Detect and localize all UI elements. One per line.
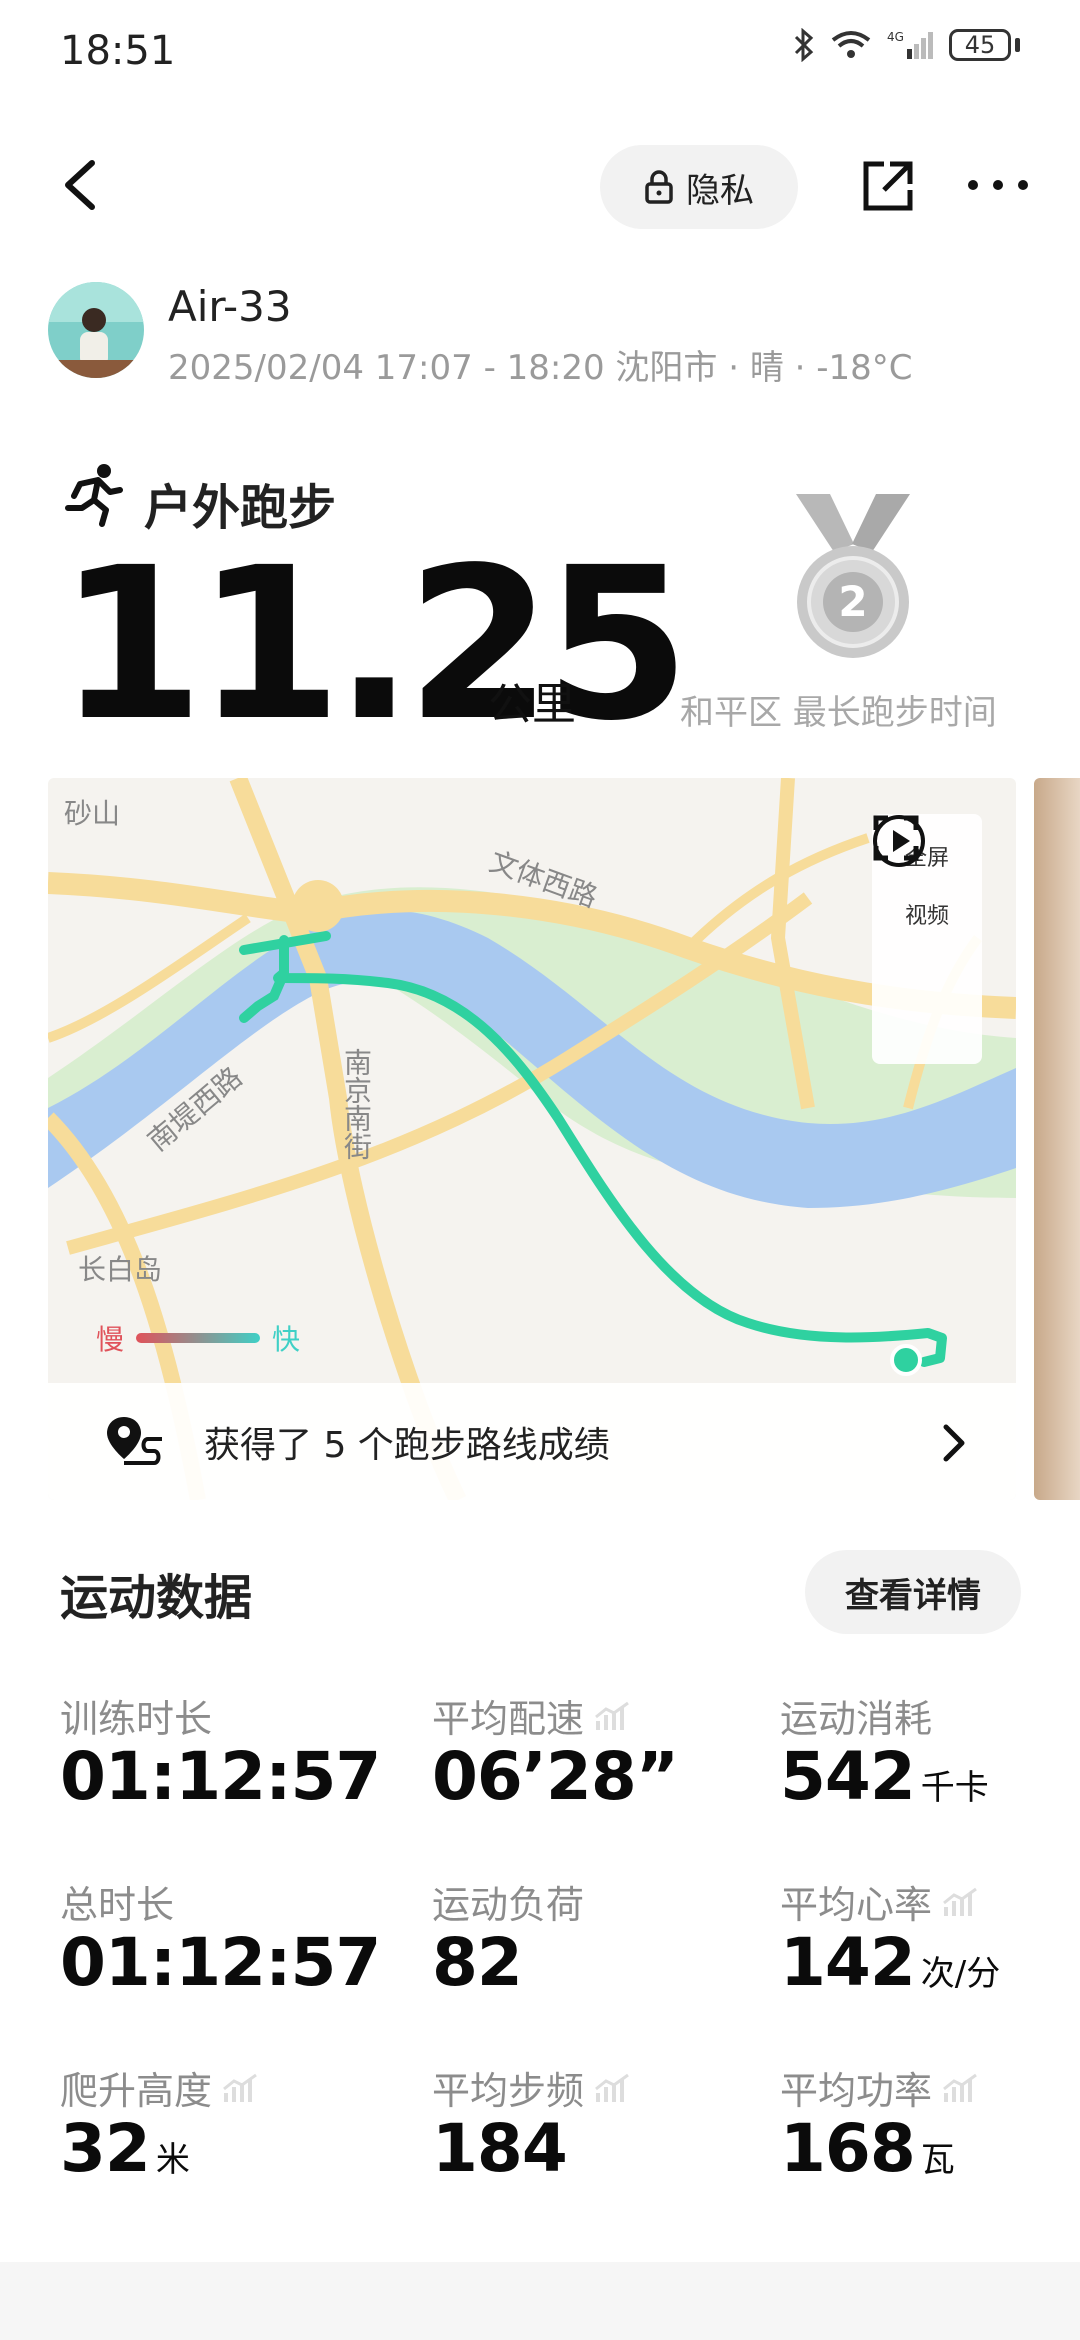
- video-button[interactable]: 视频: [873, 815, 949, 930]
- stat-value-number: 542: [780, 1738, 916, 1815]
- stat-unit: 次/分: [920, 1954, 1001, 1994]
- play-icon: [873, 815, 925, 867]
- map-label-shashan: 砂山: [64, 797, 121, 830]
- stat-value: 01:12:57: [60, 1924, 386, 2001]
- battery-tip: [1015, 38, 1020, 52]
- stat-unit: 瓦: [920, 2140, 955, 2180]
- username: Air-33: [168, 282, 292, 331]
- speed-legend: 慢 快: [96, 1318, 300, 1358]
- stat-unit: 米: [155, 2140, 190, 2180]
- battery-icon: 45: [949, 29, 1011, 61]
- stats-section-title: 运动数据: [60, 1570, 253, 1626]
- route-pin-icon: [107, 1417, 162, 1465]
- stat-value: 184: [432, 2110, 573, 2187]
- stat-label-text: 爬升高度: [60, 2069, 213, 2113]
- stat-unit: 千卡: [920, 1768, 989, 1808]
- stat-label-text: 运动消耗: [780, 1697, 933, 1741]
- stat-value: 542 千卡: [780, 1738, 989, 1815]
- stat-value: 82: [432, 1924, 528, 2001]
- medal-rank: 2: [838, 577, 867, 626]
- stat-label: 运动负荷: [432, 1874, 584, 1929]
- stat-label-text: 平均心率: [780, 1883, 933, 1927]
- wifi-icon: [831, 31, 871, 58]
- stat-value-number: 01:12:57: [60, 1738, 381, 1815]
- stat-label: 平均配速: [432, 1688, 630, 1743]
- stat-value-number: 184: [432, 2110, 568, 2187]
- map-label-changbaidao: 长白岛: [78, 1253, 163, 1286]
- stat-label: 平均心率: [780, 1874, 978, 1929]
- stat-label: 总时长: [60, 1874, 174, 1929]
- lock-icon: [645, 170, 673, 204]
- status-icons: 4G 45: [793, 28, 1020, 62]
- running-icon: [65, 464, 123, 527]
- privacy-label: 隐私: [686, 170, 754, 211]
- map-label-nanjing-nanjie: 南京南街: [340, 1048, 373, 1160]
- stat-label: 训练时长: [60, 1688, 212, 1743]
- speed-gradient-bar: [136, 1333, 261, 1343]
- stat-label-text: 训练时长: [60, 1697, 213, 1741]
- chevron-right-icon: [943, 1424, 965, 1462]
- stat-label: 平均功率: [780, 2060, 978, 2115]
- avatar[interactable]: [48, 282, 144, 378]
- medal-icon[interactable]: 2: [788, 490, 918, 665]
- stat-value: 06’28”: [432, 1738, 684, 1815]
- privacy-button[interactable]: 隐私: [600, 145, 798, 229]
- achievement-text: 获得了 5 个跑步路线成绩: [204, 1424, 610, 1466]
- medal-caption: 和平区 最长跑步时间: [680, 693, 997, 733]
- battery-level: 45: [964, 31, 996, 59]
- trend-chart-icon[interactable]: [594, 2073, 630, 2103]
- stat-value: 168 瓦: [780, 2110, 955, 2187]
- stat-label-text: 平均步频: [432, 2069, 585, 2113]
- stat-label-text: 平均配速: [432, 1697, 585, 1741]
- video-label: 视频: [904, 904, 949, 929]
- bluetooth-icon: [794, 28, 814, 62]
- route-achievement-bar[interactable]: 获得了 5 个跑步路线成绩: [48, 1383, 1016, 1500]
- distance-value: 11.25: [58, 522, 690, 767]
- status-time: 18:51: [60, 28, 176, 74]
- stat-value-number: 168: [780, 2110, 916, 2187]
- distance-unit: 公里: [488, 679, 576, 730]
- more-icon[interactable]: [965, 165, 1031, 205]
- stat-value: 32 米: [60, 2110, 190, 2187]
- stat-value-number: 82: [432, 1924, 523, 2001]
- stat-label-text: 运动负荷: [432, 1883, 585, 1927]
- route-map[interactable]: 砂山 文体西路 南京南街 南堤西路 长白岛 全屏 视频 慢 快 获得了 5 个跑…: [48, 778, 1016, 1500]
- trend-chart-icon[interactable]: [942, 2073, 978, 2103]
- stat-label: 爬升高度: [60, 2060, 258, 2115]
- trend-chart-icon[interactable]: [594, 1701, 630, 1731]
- svg-text:4G: 4G: [887, 30, 904, 44]
- next-card-peek[interactable]: [1034, 778, 1080, 1500]
- route-end-marker: [890, 1344, 922, 1376]
- stat-label: 平均步频: [432, 2060, 630, 2115]
- stat-value: 142 次/分: [780, 1924, 1000, 2001]
- trend-chart-icon[interactable]: [942, 1887, 978, 1917]
- cellular-signal-icon: 4G: [887, 30, 933, 59]
- view-details-button[interactable]: 查看详情: [805, 1550, 1021, 1634]
- stat-value-number: 06’28”: [432, 1738, 679, 1815]
- trend-chart-icon[interactable]: [222, 2073, 258, 2103]
- activity-meta: 2025/02/04 17:07 - 18:20 沈阳市 · 晴 · -18°C: [168, 348, 913, 388]
- stat-label-text: 平均功率: [780, 2069, 933, 2113]
- stat-value-number: 01:12:57: [60, 1924, 381, 2001]
- bottom-band: [0, 2262, 1080, 2340]
- map-controls: 全屏 视频: [872, 814, 982, 1064]
- stat-value-number: 142: [780, 1924, 916, 2001]
- speed-slow-label: 慢: [96, 1323, 125, 1356]
- share-icon[interactable]: [860, 158, 916, 214]
- stat-value: 01:12:57: [60, 1738, 386, 1815]
- back-icon[interactable]: [52, 155, 112, 215]
- speed-fast-label: 快: [272, 1323, 301, 1356]
- stat-value-number: 32: [60, 2110, 151, 2187]
- stat-label-text: 总时长: [60, 1883, 175, 1927]
- stat-label: 运动消耗: [780, 1688, 932, 1743]
